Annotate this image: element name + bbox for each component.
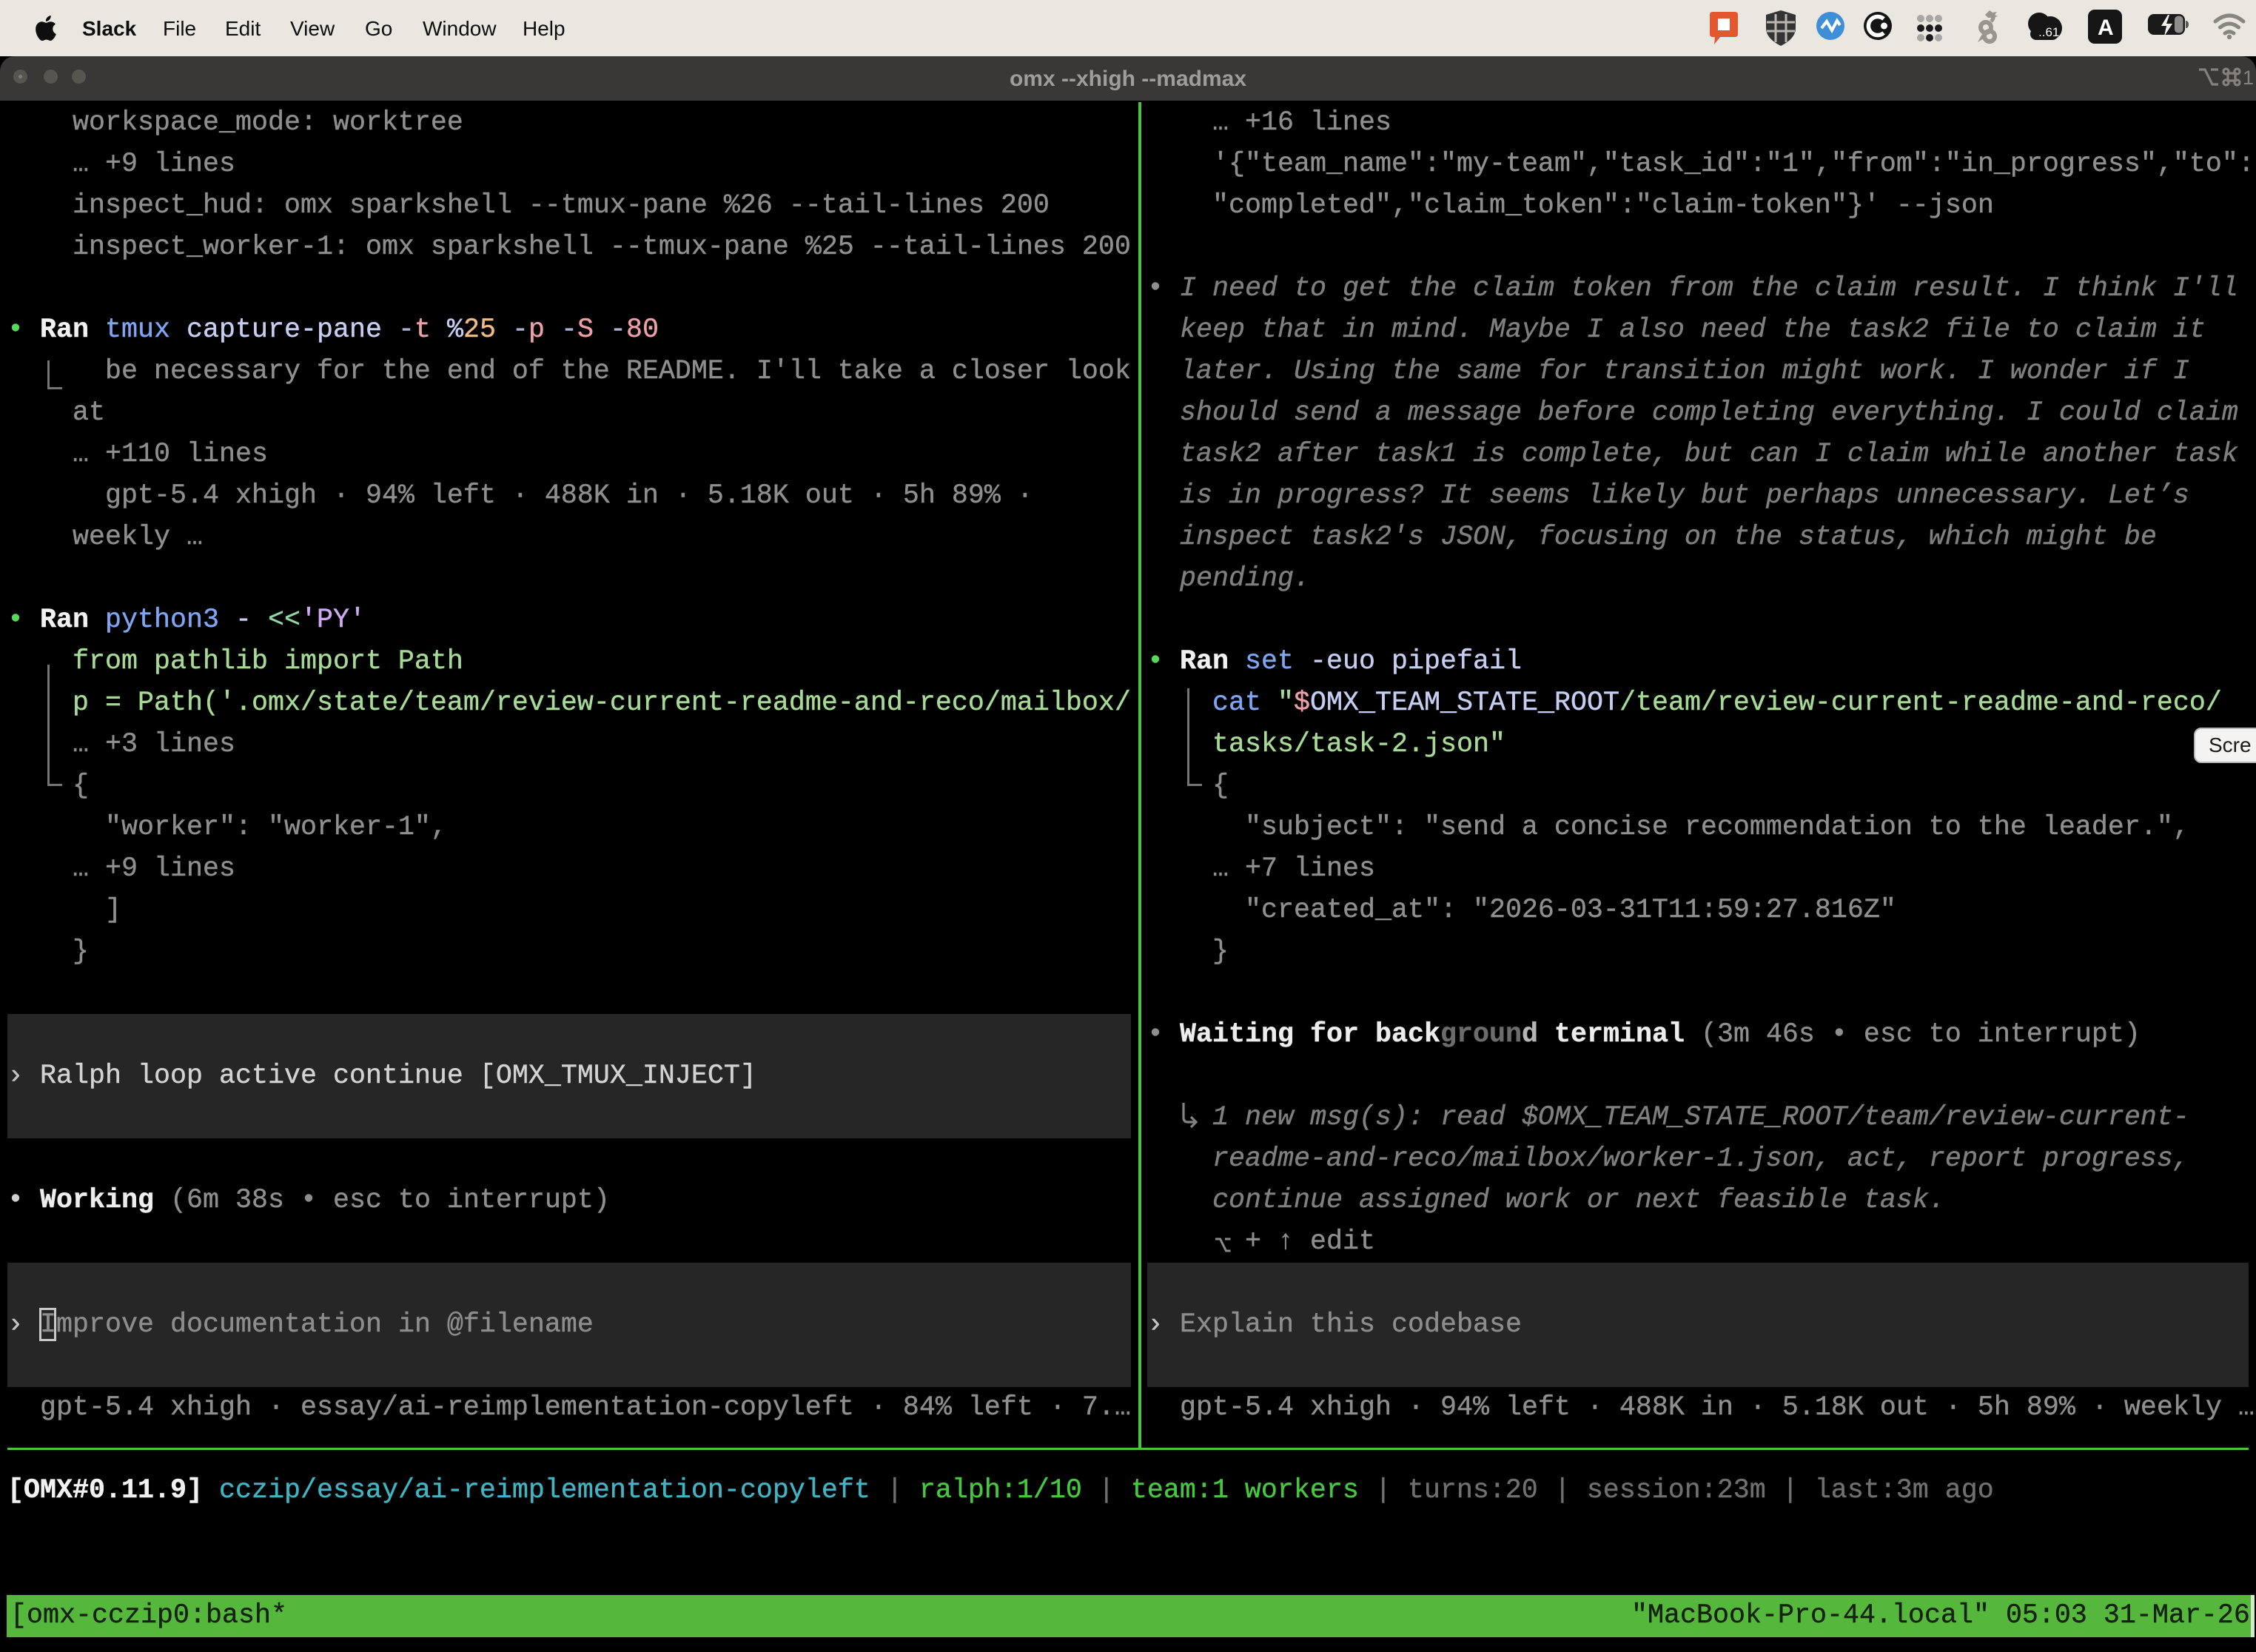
svg-text:1: 1	[2243, 67, 2253, 87]
svg-text:..61: ..61	[2038, 25, 2059, 39]
svg-text:A: A	[2098, 16, 2114, 40]
